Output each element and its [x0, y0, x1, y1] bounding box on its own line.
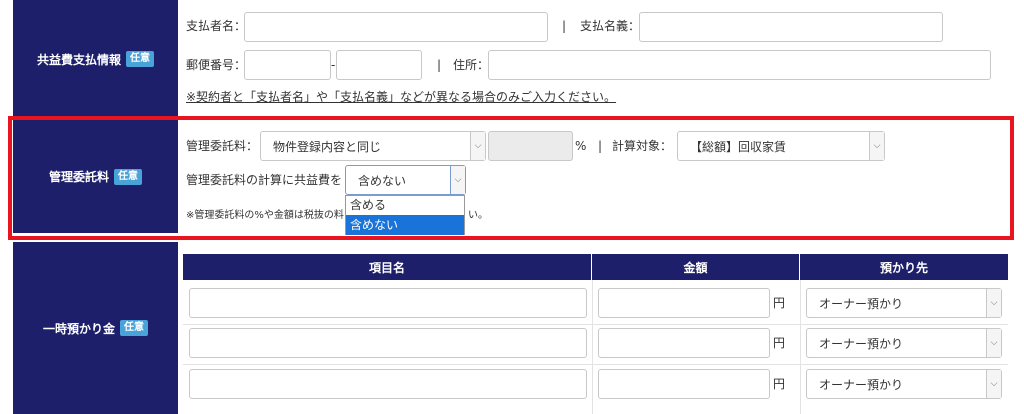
- amount-input[interactable]: [598, 328, 770, 358]
- column-header-holder: 預かり先: [800, 254, 1008, 280]
- payer-name-label: 支払者名：: [186, 19, 247, 33]
- chevron-down-icon: ⌵: [986, 370, 1001, 398]
- holder-select[interactable]: オーナー預かり ⌵: [806, 288, 1002, 318]
- deposit-heading: 一時預かり金: [42, 321, 115, 336]
- address-label: 住所：: [453, 58, 490, 72]
- separator: |: [562, 19, 567, 33]
- highlight-frame: [8, 116, 1014, 240]
- utility-heading: 共益費支払情報: [36, 52, 121, 67]
- holder-select-value: オーナー預かり: [819, 296, 904, 311]
- postal-code-dash: -: [331, 58, 336, 72]
- column-divider: [592, 280, 593, 414]
- address-input[interactable]: [488, 50, 991, 80]
- separator: |: [437, 58, 442, 72]
- item-name-input[interactable]: [189, 328, 587, 358]
- column-header-item-name: 項目名: [183, 254, 592, 280]
- chevron-down-icon: ⌵: [986, 329, 1001, 357]
- amount-input[interactable]: [598, 369, 770, 399]
- payer-name-input[interactable]: [244, 12, 548, 42]
- holder-select-value: オーナー預かり: [819, 336, 904, 351]
- optional-badge: 任意: [120, 320, 148, 336]
- item-name-input[interactable]: [189, 288, 587, 318]
- item-name-input[interactable]: [189, 369, 587, 399]
- chevron-down-icon: ⌵: [986, 289, 1001, 317]
- row-divider: [183, 364, 1008, 365]
- holder-select[interactable]: オーナー預かり ⌵: [806, 369, 1002, 399]
- yen-unit: 円: [773, 296, 786, 310]
- yen-unit: 円: [773, 336, 786, 350]
- holder-select[interactable]: オーナー預かり ⌵: [806, 328, 1002, 358]
- postal-code-second-input[interactable]: [336, 50, 422, 80]
- column-header-amount: 金額: [592, 254, 800, 280]
- deposit-section-header: 一時預かり金 任意: [13, 242, 178, 414]
- amount-input[interactable]: [598, 288, 770, 318]
- payer-title-input[interactable]: [639, 12, 943, 42]
- payer-note: ※契約者と「支払者名」や「支払名義」などが異なる場合のみご入力ください。: [186, 90, 617, 104]
- postal-code-first-input[interactable]: [244, 50, 331, 80]
- optional-badge: 任意: [126, 51, 154, 67]
- utility-section-header: 共益費支払情報 任意: [13, 0, 178, 118]
- column-divider: [800, 280, 801, 414]
- yen-unit: 円: [773, 377, 786, 391]
- postal-code-label: 郵便番号：: [186, 58, 247, 72]
- holder-select-value: オーナー預かり: [819, 377, 904, 392]
- row-divider: [183, 324, 1008, 325]
- payer-title-label: 支払名義：: [580, 19, 641, 33]
